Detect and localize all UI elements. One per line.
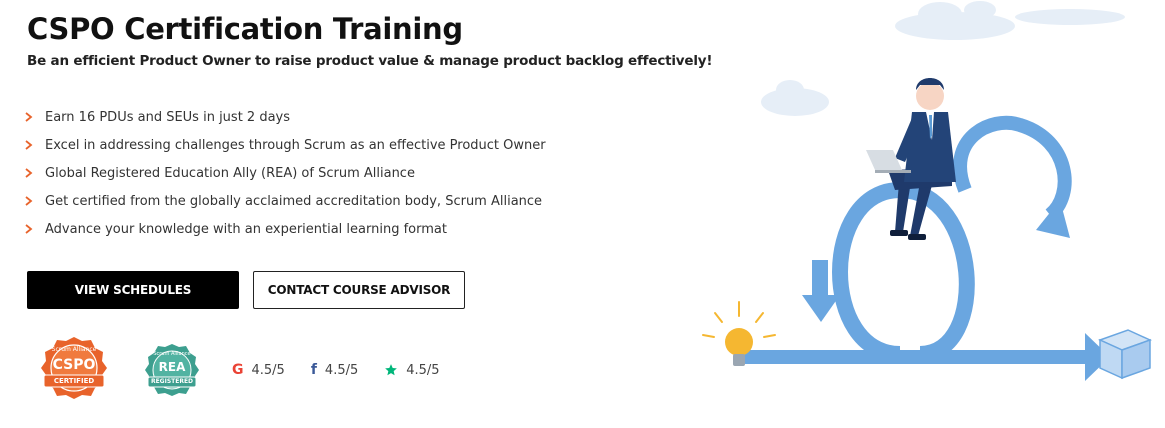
facebook-rating-value: 4.5/5 bbox=[324, 362, 359, 378]
cspo-certified-badge: Scrum Alliance CSPO CERTIFIED bbox=[36, 335, 112, 406]
cloud-icon bbox=[895, 1, 1125, 40]
chevron-right-icon bbox=[25, 196, 39, 206]
rea-registered-badge: Scrum Alliance REA REGISTERED bbox=[141, 342, 203, 403]
small-loop-arrow-icon bbox=[953, 115, 1072, 221]
trustpilot-rating: 4.5/5 bbox=[384, 362, 440, 378]
feature-list: Earn 16 PDUs and SEUs in just 2 days Exc… bbox=[25, 103, 546, 243]
rea-badge-ribbon: REGISTERED bbox=[150, 378, 194, 385]
google-rating-value: 4.5/5 bbox=[251, 362, 285, 378]
cloud-icon bbox=[761, 80, 829, 116]
cspo-badge-top: Scrum Alliance bbox=[51, 346, 97, 353]
arrow-head-icon bbox=[802, 295, 840, 322]
trustpilot-rating-value: 4.5/5 bbox=[406, 362, 440, 378]
chevron-right-icon bbox=[25, 168, 39, 178]
cspo-badge-main: CSPO bbox=[52, 357, 96, 373]
rea-badge-main: REA bbox=[158, 360, 186, 374]
feature-text: Advance your knowledge with an experient… bbox=[45, 221, 447, 237]
chevron-right-icon bbox=[25, 224, 39, 234]
cspo-badge-ribbon: CERTIFIED bbox=[53, 377, 95, 385]
loop-arrow-icon bbox=[812, 181, 975, 362]
star-icon bbox=[384, 363, 398, 377]
facebook-icon: f bbox=[310, 362, 317, 378]
ratings: G 4.5/5 f 4.5/5 4.5/5 bbox=[232, 362, 466, 378]
feature-text: Global Registered Education Ally (REA) o… bbox=[45, 165, 415, 181]
google-icon: G bbox=[232, 362, 244, 378]
chevron-right-icon bbox=[25, 140, 39, 150]
contact-course-advisor-button[interactable]: CONTACT COURSE ADVISOR bbox=[253, 271, 465, 309]
google-rating: G 4.5/5 bbox=[232, 362, 285, 378]
box-icon bbox=[1098, 329, 1152, 380]
feature-text: Earn 16 PDUs and SEUs in just 2 days bbox=[45, 109, 291, 125]
chevron-right-icon bbox=[25, 112, 39, 122]
list-item: Earn 16 PDUs and SEUs in just 2 days bbox=[25, 103, 546, 131]
list-item: Global Registered Education Ally (REA) o… bbox=[25, 159, 546, 187]
feature-text: Get certified from the globally acclaime… bbox=[45, 193, 543, 209]
hero-illustration bbox=[702, 1, 1152, 381]
list-item: Advance your knowledge with an experient… bbox=[25, 215, 546, 243]
feature-text: Excel in addressing challenges through S… bbox=[45, 137, 546, 153]
page-title: CSPO Certification Training bbox=[27, 12, 463, 46]
view-schedules-button[interactable]: VIEW SCHEDULES bbox=[27, 271, 239, 309]
list-item: Excel in addressing challenges through S… bbox=[25, 131, 546, 159]
page-subtitle: Be an efficient Product Owner to raise p… bbox=[27, 53, 713, 69]
facebook-rating: f 4.5/5 bbox=[311, 362, 358, 378]
list-item: Get certified from the globally acclaime… bbox=[25, 187, 546, 215]
progress-arrow-shaft bbox=[740, 350, 1090, 364]
rea-badge-top: Scrum Alliance bbox=[153, 351, 191, 357]
